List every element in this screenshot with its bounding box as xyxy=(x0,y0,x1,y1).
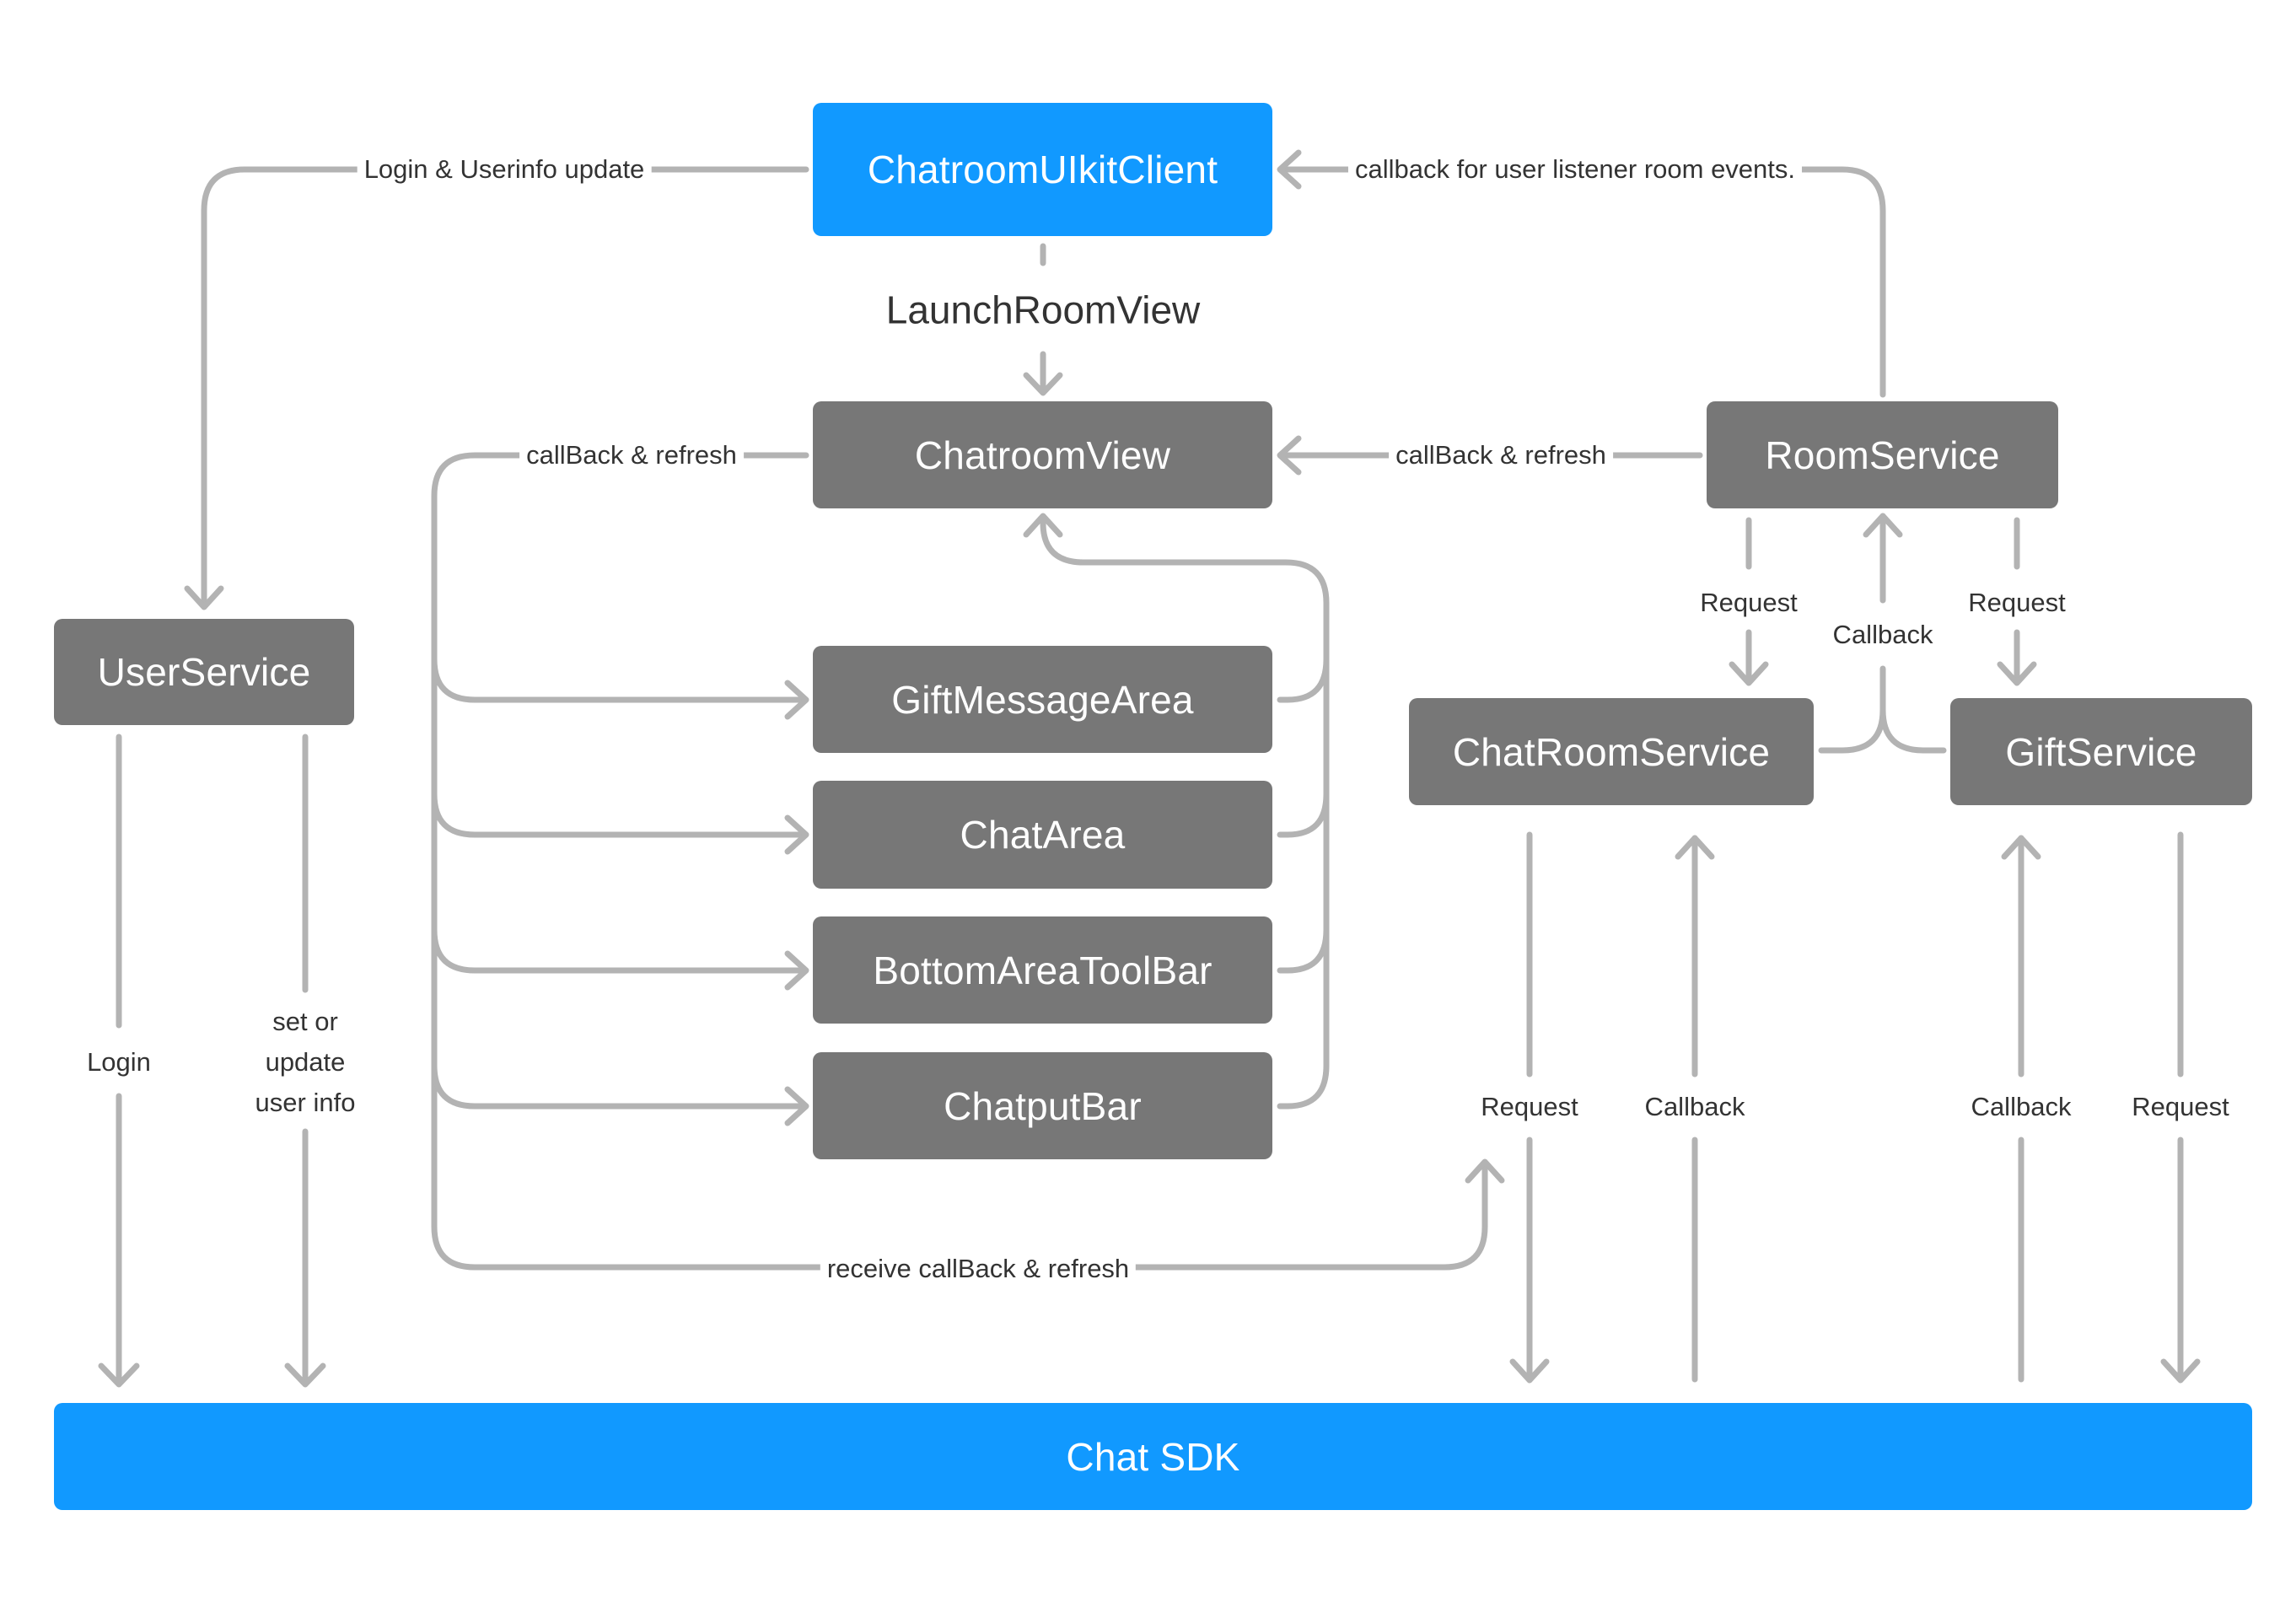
room-service-node[interactable]: RoomService xyxy=(1707,401,2058,508)
label-callback-room-events: callback for user listener room events. xyxy=(1347,148,1803,191)
label-login-userinfo-update: Login & Userinfo update xyxy=(357,148,652,191)
label-receive-callback-refresh: receive callBack & refresh xyxy=(820,1248,1137,1290)
label-chatroomservice-request: Request xyxy=(1474,1086,1585,1128)
chatput-bar-node[interactable]: ChatputBar xyxy=(813,1052,1272,1159)
label-roomservice-callback-refresh: callBack & refresh xyxy=(1389,434,1613,476)
label-launch-room-view: LaunchRoomView xyxy=(879,280,1207,341)
chatroom-view-node[interactable]: ChatroomView xyxy=(813,401,1272,508)
edge-roomservice-to-client xyxy=(1278,166,1886,398)
label-giftservice-request: Request xyxy=(2125,1086,2236,1128)
label-request-giftservice: Request xyxy=(1961,582,2073,624)
gift-service-node[interactable]: GiftService xyxy=(1950,698,2252,805)
label-user-set-info: set or update user info xyxy=(248,1001,363,1124)
chat-sdk-node[interactable]: Chat SDK xyxy=(54,1403,2252,1510)
label-user-login: Login xyxy=(80,1041,158,1083)
label-chatroomservice-callback: Callback xyxy=(1637,1086,1752,1128)
bottom-area-toolbar-node[interactable]: BottomAreaToolBar xyxy=(813,916,1272,1024)
label-services-callback: Callback xyxy=(1826,614,1940,656)
label-view-callback-refresh: callBack & refresh xyxy=(519,434,744,476)
chat-area-node[interactable]: ChatArea xyxy=(813,781,1272,889)
gift-message-area-node[interactable]: GiftMessageArea xyxy=(813,646,1272,753)
user-service-node[interactable]: UserService xyxy=(54,619,354,725)
label-giftservice-callback: Callback xyxy=(1964,1086,2078,1128)
chatroom-service-node[interactable]: ChatRoomService xyxy=(1409,698,1814,805)
chatroom-uikit-client-node[interactable]: ChatroomUIkitClient xyxy=(813,103,1272,236)
edge-client-to-userservice xyxy=(201,166,809,609)
label-request-chatroomservice: Request xyxy=(1693,582,1804,624)
